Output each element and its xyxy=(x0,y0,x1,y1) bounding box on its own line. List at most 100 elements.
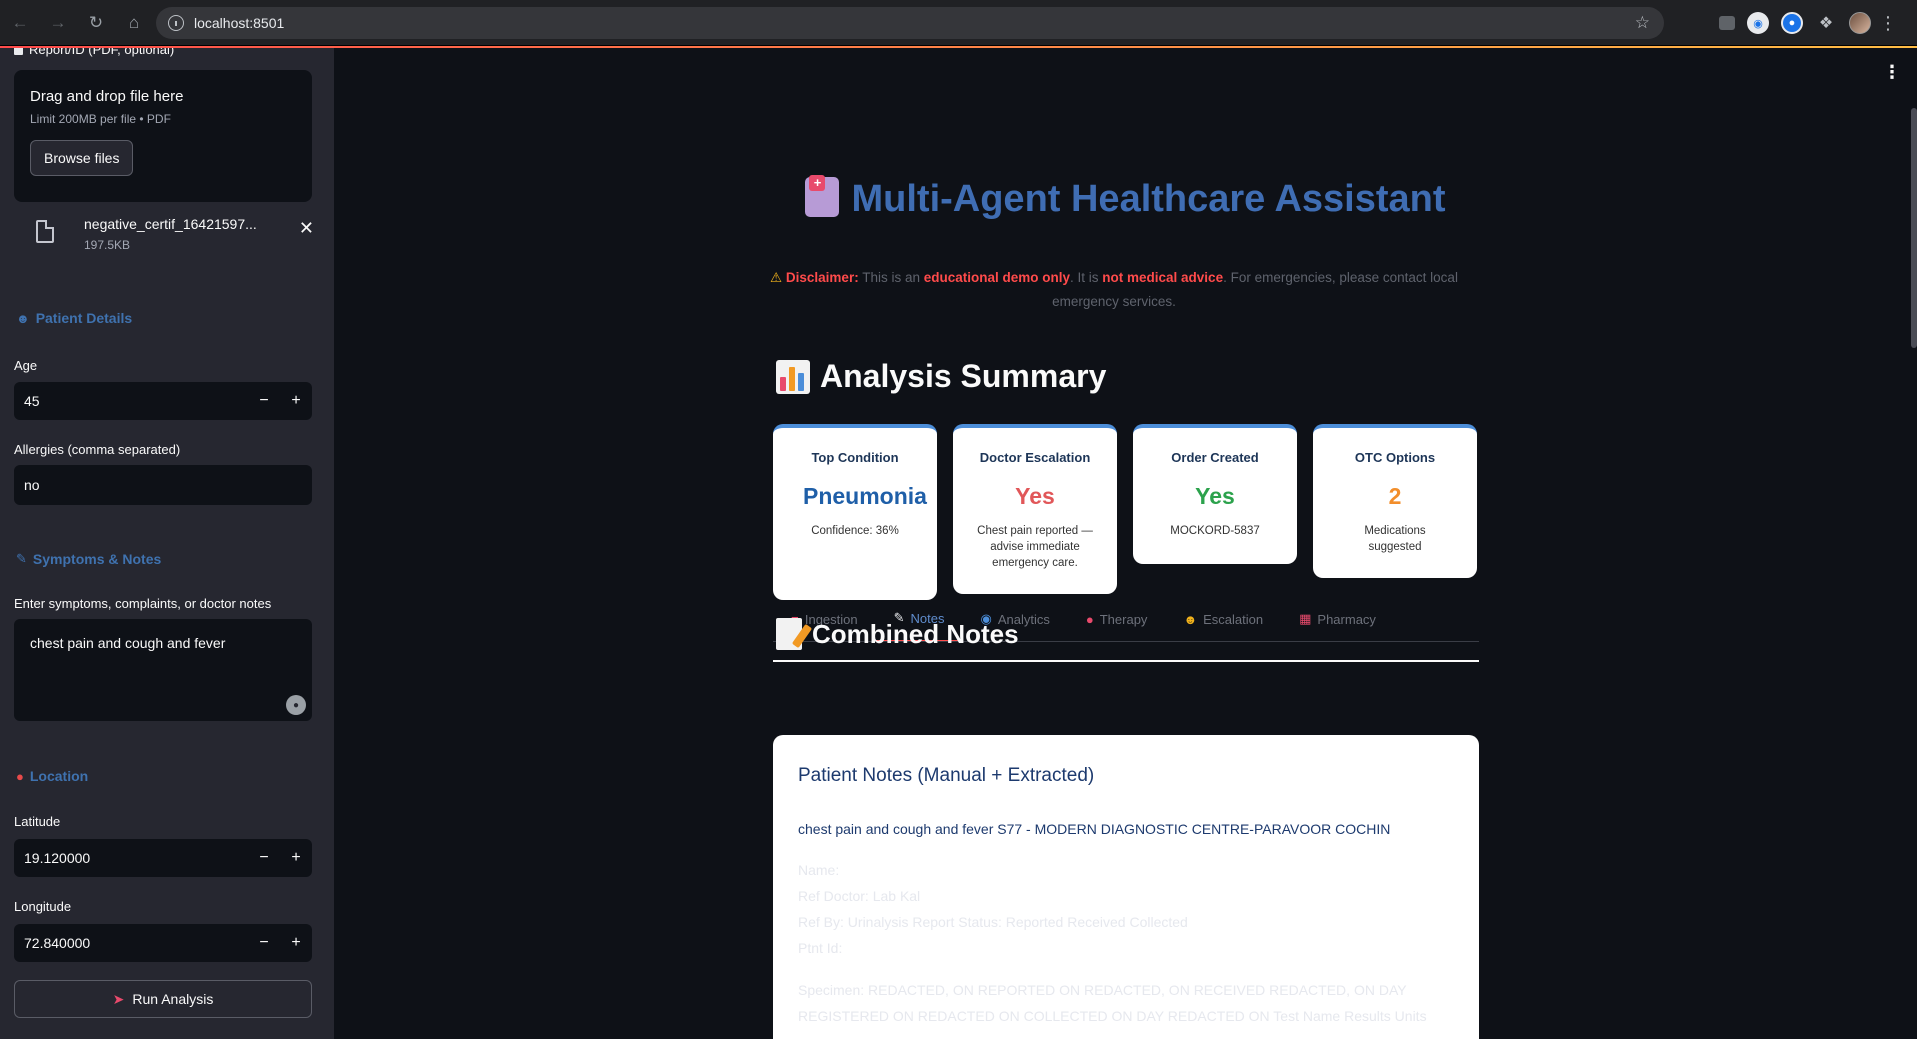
hospital-icon xyxy=(805,174,840,217)
card-label: Order Created xyxy=(1171,450,1259,465)
tab-label: Therapy xyxy=(1099,611,1148,627)
extracted-line: Ptnt Id: xyxy=(798,940,843,956)
age-input[interactable]: 45 − + xyxy=(14,382,312,420)
disclaimer-emphasis: educational demo only xyxy=(923,270,1071,285)
file-dropzone[interactable]: Drag and drop file here Limit 200MB per … xyxy=(14,70,312,202)
latitude-value[interactable]: 19.120000 xyxy=(14,850,248,866)
profile-avatar[interactable] xyxy=(1849,12,1871,34)
notes-card: Patient Notes (Manual + Extracted) chest… xyxy=(773,735,1479,1039)
symptoms-text[interactable]: chest pain and cough and fever xyxy=(30,635,225,651)
card-label: Doctor Escalation xyxy=(979,450,1091,465)
url-text[interactable]: localhost:8501 xyxy=(194,15,284,31)
home-icon[interactable]: ⌂ xyxy=(116,5,152,41)
uploaded-file: negative_certif_16421597... 197.5KB ✕ xyxy=(36,216,316,262)
main-content: ⋮ Multi-Agent Healthcare Assistant ⚠ Dis… xyxy=(334,48,1917,1039)
longitude-increment-button[interactable]: + xyxy=(280,934,312,952)
latitude-label: Latitude xyxy=(14,814,61,829)
symptoms-heading-text: Symptoms & Notes xyxy=(32,551,162,567)
scrollbar-thumb[interactable] xyxy=(1911,108,1917,348)
extracted-line: REGISTERED ON REDACTED ON COLLECTED ON D… xyxy=(798,1008,1427,1024)
run-analysis-button[interactable]: ➤ Run Analysis xyxy=(14,980,312,1018)
symptoms-textarea[interactable]: chest pain and cough and fever ● xyxy=(14,619,312,721)
rocket-icon: ➤ xyxy=(112,990,125,1007)
age-label: Age xyxy=(14,358,38,373)
document-icon xyxy=(14,48,23,55)
site-info-icon[interactable] xyxy=(168,15,184,31)
forward-icon[interactable]: → xyxy=(40,5,76,41)
tab-pharmacy[interactable]: ▦ Pharmacy xyxy=(1281,596,1394,641)
media-icon[interactable] xyxy=(1719,16,1735,30)
disclaimer-text: This is an xyxy=(858,270,924,285)
upload-label: Report/ID (PDF, optional) xyxy=(14,48,174,57)
extensions-puzzle-icon[interactable]: ❖ xyxy=(1815,12,1837,34)
disclaimer-text: . It is xyxy=(1070,270,1103,285)
extension-icon[interactable]: ● xyxy=(1781,12,1803,34)
longitude-label: Longitude xyxy=(14,899,72,914)
assistant-icon[interactable]: ● xyxy=(286,695,306,715)
run-analysis-label: Run Analysis xyxy=(132,991,214,1007)
longitude-decrement-button[interactable]: − xyxy=(248,934,280,952)
patient-details-text: Patient Details xyxy=(35,310,133,326)
analysis-summary-text: Analysis Summary xyxy=(820,358,1107,394)
back-icon[interactable]: ← xyxy=(2,5,38,41)
disclaimer-prefix: Disclaimer: xyxy=(785,270,859,285)
summary-cards: Top Condition Pneumonia Confidence: 36% … xyxy=(773,424,1477,600)
disclaimer-emphasis: not medical advice xyxy=(1102,270,1224,285)
card-value: Yes xyxy=(1015,483,1055,509)
allergies-input[interactable]: no xyxy=(14,465,312,505)
address-bar[interactable]: localhost:8501 ☆ xyxy=(156,7,1664,39)
longitude-value[interactable]: 72.840000 xyxy=(14,935,248,951)
browse-files-button[interactable]: Browse files xyxy=(30,140,134,176)
longitude-input[interactable]: 72.840000 − + xyxy=(14,924,312,962)
age-increment-button[interactable]: + xyxy=(280,392,312,410)
extracted-line: Ref Doctor: Lab Kal xyxy=(798,888,921,904)
notes-title: Patient Notes (Manual + Extracted) xyxy=(798,765,1095,786)
patient-icon: ☻ xyxy=(16,310,30,326)
app-menu-icon[interactable]: ⋮ xyxy=(1883,62,1901,83)
remove-file-icon[interactable]: ✕ xyxy=(299,218,314,239)
location-heading: ● Location xyxy=(16,768,88,784)
dropzone-limit: Limit 200MB per file • PDF xyxy=(30,112,171,126)
tab-escalation[interactable]: ☻ Escalation xyxy=(1165,596,1281,641)
extension-icon[interactable]: ◉ xyxy=(1747,12,1769,34)
card-sub: Confidence: 36% xyxy=(811,525,899,537)
extracted-line: Ref By: Urinalysis Report Status: Report… xyxy=(798,914,1188,930)
combined-notes-heading: Combined Notes xyxy=(776,618,1019,650)
card-otc-options: OTC Options 2 Medications suggested xyxy=(1313,424,1477,578)
notes-body: chest pain and cough and fever S77 - MOD… xyxy=(798,821,1391,837)
memo-icon xyxy=(776,618,802,650)
browser-menu-icon[interactable]: ⋮ xyxy=(1879,12,1897,34)
tab-label: Pharmacy xyxy=(1317,611,1376,627)
extracted-line: Name: xyxy=(798,862,840,878)
latitude-input[interactable]: 19.120000 − + xyxy=(14,839,312,877)
file-icon xyxy=(36,220,54,243)
doctor-icon: ☻ xyxy=(1183,611,1198,627)
card-top-condition: Top Condition Pneumonia Confidence: 36% xyxy=(773,424,937,600)
card-label: Top Condition xyxy=(811,450,899,465)
pill-icon: ● xyxy=(1085,611,1094,627)
latitude-increment-button[interactable]: + xyxy=(280,849,312,867)
browser-toolbar: ← → ↻ ⌂ localhost:8501 ☆ ◉ ● ❖ ⋮ xyxy=(0,0,1917,46)
bookmark-star-icon[interactable]: ☆ xyxy=(1635,13,1650,33)
tab-therapy[interactable]: ● Therapy xyxy=(1068,596,1166,641)
bar-chart-icon xyxy=(776,359,810,394)
reload-icon[interactable]: ↻ xyxy=(78,5,114,41)
file-name: negative_certif_16421597... xyxy=(84,216,257,232)
card-order-created: Order Created Yes MOCKORD-5837 xyxy=(1133,424,1297,564)
card-value: Pneumonia xyxy=(803,483,927,509)
tab-label: Escalation xyxy=(1203,611,1264,627)
age-decrement-button[interactable]: − xyxy=(248,392,280,410)
sidebar: Report/ID (PDF, optional) Drag and drop … xyxy=(0,48,334,1039)
card-doctor-escalation: Doctor Escalation Yes Chest pain reporte… xyxy=(953,424,1117,594)
card-label: OTC Options xyxy=(1354,450,1436,465)
latitude-decrement-button[interactable]: − xyxy=(248,849,280,867)
card-value: 2 xyxy=(1388,483,1402,509)
symptoms-label: Enter symptoms, complaints, or doctor no… xyxy=(14,596,272,611)
symptoms-heading: ✎ Symptoms & Notes xyxy=(16,551,161,567)
age-value[interactable]: 45 xyxy=(14,393,248,409)
card-sub: Chest pain reported — advise immediate e… xyxy=(977,525,1093,569)
combined-notes-text: Combined Notes xyxy=(812,618,1019,649)
analysis-summary-heading: Analysis Summary xyxy=(776,358,1106,395)
card-sub: Medications suggested xyxy=(1364,525,1426,553)
memo-icon: ✎ xyxy=(16,551,27,566)
